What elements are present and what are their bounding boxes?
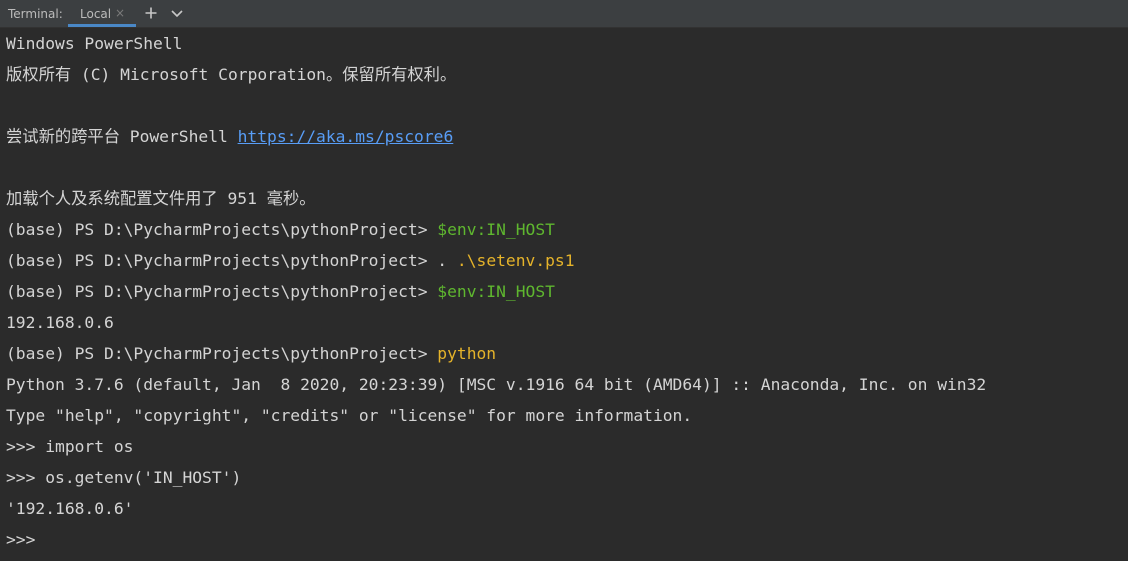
chevron-down-icon[interactable]	[168, 4, 186, 22]
terminal-line: >>> os.getenv('IN_HOST')	[6, 462, 241, 493]
line-text: Python 3.7.6 (default, Jan 8 2020, 20:23…	[6, 375, 987, 394]
line-text: 版权所有 (C) Microsoft Corporation。保留所有权利。	[6, 65, 457, 84]
command-text: $env:IN_HOST	[437, 220, 555, 239]
terminal-output[interactable]: Windows PowerShell 版权所有 (C) Microsoft Cor…	[0, 28, 1128, 561]
tab-local-label: Local	[80, 7, 112, 21]
terminal-line: >>> import os	[6, 431, 133, 462]
terminal-line: (base) PS D:\PycharmProjects\pythonProje…	[6, 276, 555, 307]
terminal-line: 192.168.0.6	[6, 307, 114, 338]
line-text: >>> os.getenv('IN_HOST')	[6, 468, 242, 487]
terminal-tool-header: Terminal: Local ×	[0, 0, 1128, 28]
shell-prompt: (base) PS D:\PycharmProjects\pythonProje…	[6, 220, 438, 239]
terminal-line: 版权所有 (C) Microsoft Corporation。保留所有权利。	[6, 59, 456, 90]
line-text: 加载个人及系统配置文件用了 951 毫秒。	[6, 189, 316, 208]
line-text: >>>	[6, 530, 36, 549]
tab-close-icon[interactable]: ×	[115, 6, 125, 20]
line-text: Windows PowerShell	[6, 34, 183, 53]
command-text: python	[437, 344, 497, 363]
pscore-link[interactable]: https://aka.ms/pscore6	[238, 127, 454, 146]
terminal-line: Type "help", "copyright", "credits" or "…	[6, 400, 692, 431]
line-text: 尝试新的跨平台 PowerShell	[6, 127, 238, 146]
line-text: >>> import os	[6, 437, 134, 456]
command-text: .	[437, 251, 457, 270]
command-text: $env:IN_HOST	[437, 282, 555, 301]
shell-prompt: (base) PS D:\PycharmProjects\pythonProje…	[6, 344, 438, 363]
terminal-line: 加载个人及系统配置文件用了 951 毫秒。	[6, 183, 316, 214]
terminal-line: (base) PS D:\PycharmProjects\pythonProje…	[6, 214, 555, 245]
terminal-line: Python 3.7.6 (default, Jan 8 2020, 20:23…	[6, 369, 986, 400]
terminal-line: (base) PS D:\PycharmProjects\pythonProje…	[6, 338, 496, 369]
line-text: Type "help", "copyright", "credits" or "…	[6, 406, 693, 425]
terminal-line: '192.168.0.6'	[6, 493, 133, 524]
terminal-line: Windows PowerShell	[6, 28, 182, 59]
line-text: '192.168.0.6'	[6, 499, 134, 518]
command-text: .\setenv.ps1	[456, 251, 575, 270]
terminal-line: 尝试新的跨平台 PowerShell https://aka.ms/pscore…	[6, 121, 453, 152]
terminal-line: >>>	[6, 524, 35, 555]
tab-local[interactable]: Local ×	[68, 0, 136, 27]
shell-prompt: (base) PS D:\PycharmProjects\pythonProje…	[6, 251, 438, 270]
terminal-title: Terminal:	[8, 7, 63, 21]
plus-icon[interactable]	[142, 4, 160, 22]
shell-prompt: (base) PS D:\PycharmProjects\pythonProje…	[6, 282, 438, 301]
terminal-line: (base) PS D:\PycharmProjects\pythonProje…	[6, 245, 575, 276]
terminal-window: Terminal: Local × Windows PowerShell 版权所有…	[0, 0, 1128, 561]
line-text: 192.168.0.6	[6, 313, 114, 332]
